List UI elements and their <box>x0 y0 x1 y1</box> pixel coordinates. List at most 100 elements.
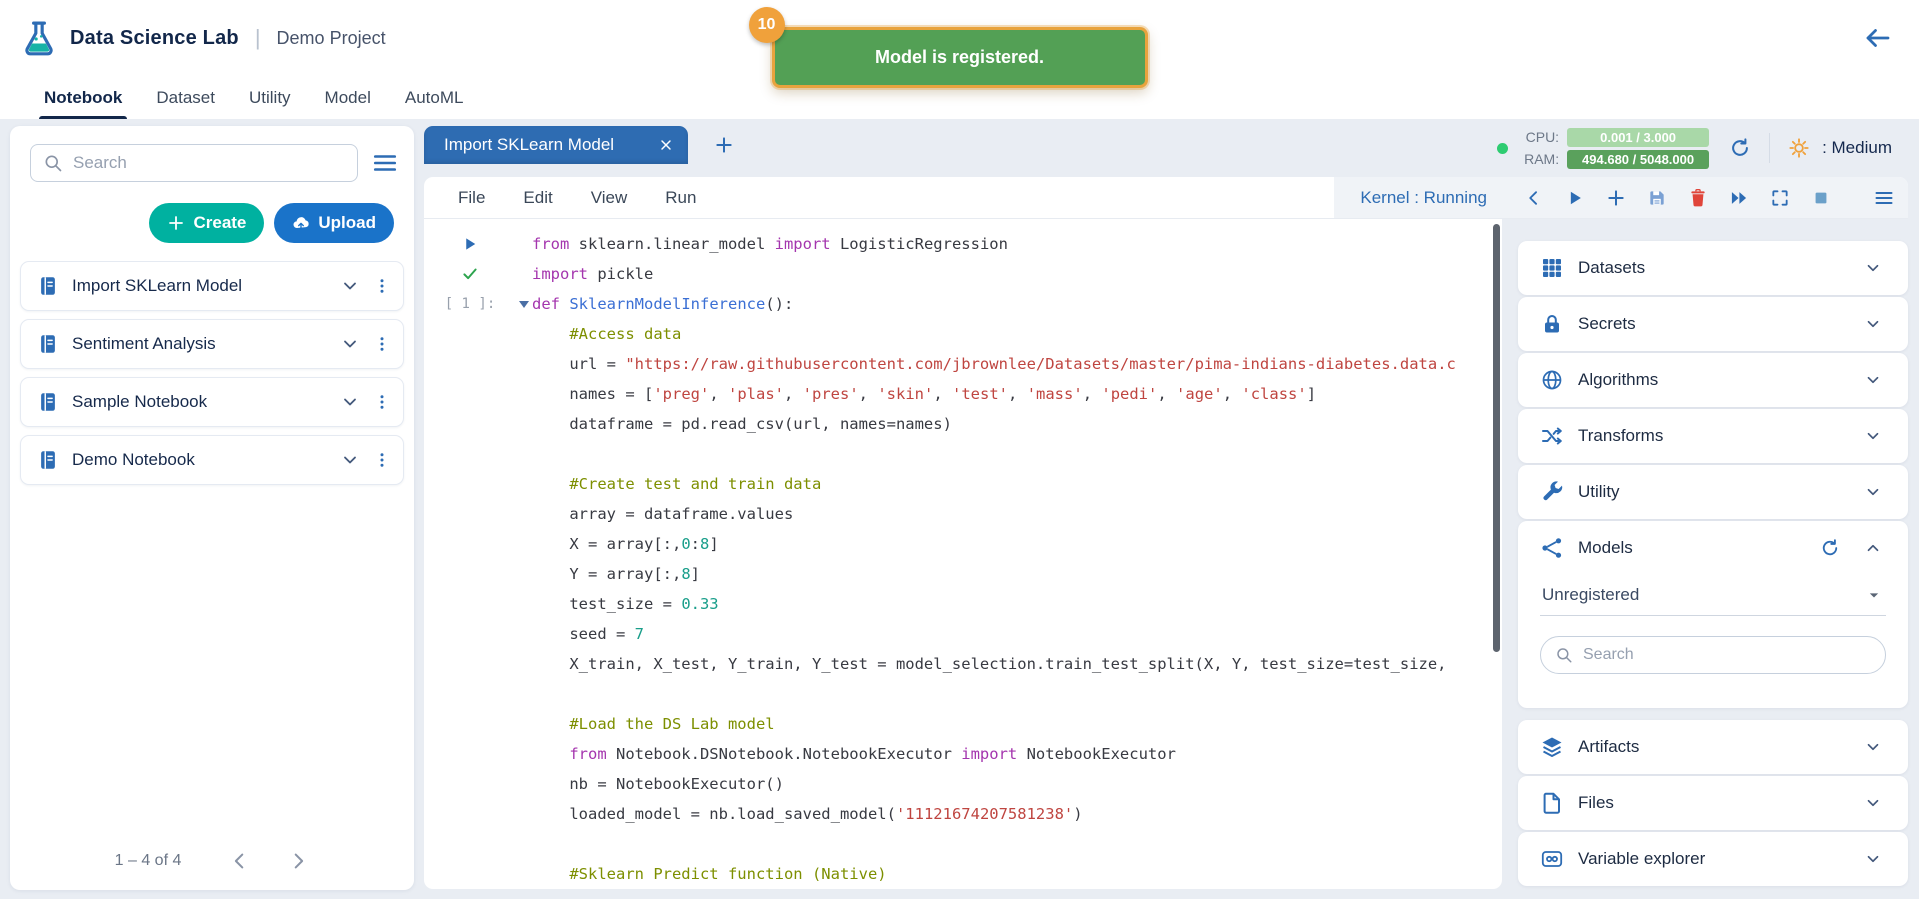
search-icon <box>43 153 63 173</box>
back-arrow-icon[interactable] <box>1863 23 1893 53</box>
models-filter-select[interactable]: Unregistered <box>1540 585 1886 616</box>
code-line[interactable]: #Load the DS Lab model <box>532 709 1498 739</box>
kebab-menu-icon[interactable] <box>373 393 391 411</box>
code-line[interactable]: from sklearn.linear_model import Logisti… <box>532 229 1498 259</box>
section-header-variable-explorer[interactable]: Variable explorer <box>1518 832 1908 886</box>
nav-tab-notebook[interactable]: Notebook <box>44 76 122 119</box>
code-line[interactable]: X_train, X_test, Y_train, Y_test = model… <box>532 649 1498 679</box>
chevron-down-icon[interactable] <box>340 276 360 296</box>
nav-tab-automl[interactable]: AutoML <box>405 76 464 119</box>
section-header-artifacts[interactable]: Artifacts <box>1518 720 1908 774</box>
notebook-search-box[interactable] <box>30 144 358 182</box>
code-line[interactable]: Y = array[:,8] <box>532 559 1498 589</box>
tab-close-icon[interactable] <box>658 137 674 153</box>
section-header-algorithms[interactable]: Algorithms <box>1518 353 1908 407</box>
section-header-utility[interactable]: Utility <box>1518 465 1908 519</box>
code-line[interactable]: nb = NotebookExecutor() <box>532 769 1498 799</box>
code-line[interactable]: #Sklearn Predict function (Native) <box>532 859 1498 889</box>
save-notebook-icon[interactable] <box>1647 188 1667 208</box>
code-line[interactable] <box>532 439 1498 469</box>
code-cell[interactable]: from sklearn.linear_model import Logisti… <box>516 219 1502 889</box>
notebook-list-item[interactable]: Demo Notebook <box>20 435 404 485</box>
chevron-down-icon[interactable] <box>1864 315 1882 333</box>
instance-settings-gear-icon[interactable] <box>1788 137 1810 159</box>
code-line[interactable]: def SklearnModelInference(): <box>532 289 1498 319</box>
variable-explorer-icon <box>1540 847 1564 871</box>
notebook-list-item[interactable]: Sample Notebook <box>20 377 404 427</box>
notebook-list-item[interactable]: Sentiment Analysis <box>20 319 404 369</box>
chevron-down-icon[interactable] <box>1864 259 1882 277</box>
notebook-search-input[interactable] <box>73 153 345 173</box>
code-line[interactable]: from Notebook.DSNotebook.NotebookExecuto… <box>532 739 1498 769</box>
code-line[interactable]: array = dataframe.values <box>532 499 1498 529</box>
code-line[interactable]: import pickle <box>532 259 1498 289</box>
fold-caret-icon[interactable] <box>519 301 529 308</box>
nav-tab-dataset[interactable]: Dataset <box>156 76 215 119</box>
refresh-resources-icon[interactable] <box>1729 137 1751 159</box>
next-page-icon[interactable] <box>287 850 309 872</box>
panel-section-utility: Utility <box>1518 465 1908 519</box>
menu-file[interactable]: File <box>458 188 485 208</box>
chevron-down-icon[interactable] <box>340 334 360 354</box>
editor-scrollbar-thumb[interactable] <box>1493 224 1500 652</box>
editor-menu-icon[interactable] <box>1874 188 1894 208</box>
chevron-down-icon[interactable] <box>1864 850 1882 868</box>
add-cell-icon[interactable] <box>1606 188 1626 208</box>
new-tab-icon[interactable] <box>714 135 734 155</box>
prev-page-icon[interactable] <box>229 850 251 872</box>
code-line[interactable]: X = array[:,0:8] <box>532 529 1498 559</box>
sidebar-search-row <box>10 144 414 182</box>
notebook-list-item[interactable]: Import SKLearn Model <box>20 261 404 311</box>
kebab-menu-icon[interactable] <box>373 277 391 295</box>
kebab-menu-icon[interactable] <box>373 451 391 469</box>
code-line[interactable]: #Create test and train data <box>532 469 1498 499</box>
run-all-icon[interactable] <box>1729 188 1749 208</box>
section-header-secrets[interactable]: Secrets <box>1518 297 1908 351</box>
code-line[interactable]: dataframe = pd.read_csv(url, names=names… <box>532 409 1498 439</box>
section-header-datasets[interactable]: Datasets <box>1518 241 1908 295</box>
code-line[interactable]: names = ['preg', 'plas', 'pres', 'skin',… <box>532 379 1498 409</box>
upload-button[interactable]: Upload <box>274 203 394 243</box>
menu-edit[interactable]: Edit <box>523 188 552 208</box>
code-line[interactable]: test_size = 0.33 <box>532 589 1498 619</box>
code-line[interactable] <box>532 829 1498 859</box>
section-label: Secrets <box>1578 314 1850 334</box>
chevron-down-icon[interactable] <box>1864 483 1882 501</box>
code-line[interactable]: #Access data <box>532 319 1498 349</box>
chevron-down-icon[interactable] <box>1864 427 1882 445</box>
nav-tab-utility[interactable]: Utility <box>249 76 291 119</box>
step-back-icon[interactable] <box>1524 188 1544 208</box>
notebook-journal-icon <box>37 391 59 413</box>
chevron-up-icon[interactable] <box>1864 539 1882 557</box>
models-search-box[interactable] <box>1540 636 1886 674</box>
kebab-menu-icon[interactable] <box>373 335 391 353</box>
code-line[interactable]: loaded_model = nb.load_saved_model('1112… <box>532 799 1498 829</box>
sidebar-menu-icon[interactable] <box>372 150 398 176</box>
code-line[interactable]: seed = 7 <box>532 619 1498 649</box>
run-cell-gutter-icon[interactable] <box>461 235 479 253</box>
code-line[interactable] <box>532 679 1498 709</box>
models-panel-body: Unregistered <box>1518 575 1908 674</box>
menu-view[interactable]: View <box>591 188 628 208</box>
section-label: Transforms <box>1578 426 1850 446</box>
models-search-input[interactable] <box>1583 646 1871 664</box>
refresh-models-icon[interactable] <box>1820 538 1840 558</box>
code-line[interactable]: url = "https://raw.githubusercontent.com… <box>532 349 1498 379</box>
section-header-files[interactable]: Files <box>1518 776 1908 830</box>
fullscreen-icon[interactable] <box>1770 188 1790 208</box>
chevron-down-icon[interactable] <box>1864 794 1882 812</box>
chevron-down-icon[interactable] <box>1864 371 1882 389</box>
chevron-down-icon[interactable] <box>1864 738 1882 756</box>
section-header-models[interactable]: Models <box>1518 521 1908 575</box>
create-button[interactable]: Create <box>149 203 264 243</box>
menu-run[interactable]: Run <box>665 188 696 208</box>
chevron-down-icon[interactable] <box>340 392 360 412</box>
section-header-transforms[interactable]: Transforms <box>1518 409 1908 463</box>
notebook-tab-import-sklearn-model[interactable]: Import SKLearn Model <box>424 126 688 164</box>
chevron-down-icon[interactable] <box>340 450 360 470</box>
editor-menubar: File Edit View Run <box>458 188 734 208</box>
run-cell-icon[interactable] <box>1565 188 1585 208</box>
stop-kernel-icon[interactable] <box>1811 188 1831 208</box>
nav-tab-model[interactable]: Model <box>325 76 371 119</box>
delete-cell-icon[interactable] <box>1688 188 1708 208</box>
